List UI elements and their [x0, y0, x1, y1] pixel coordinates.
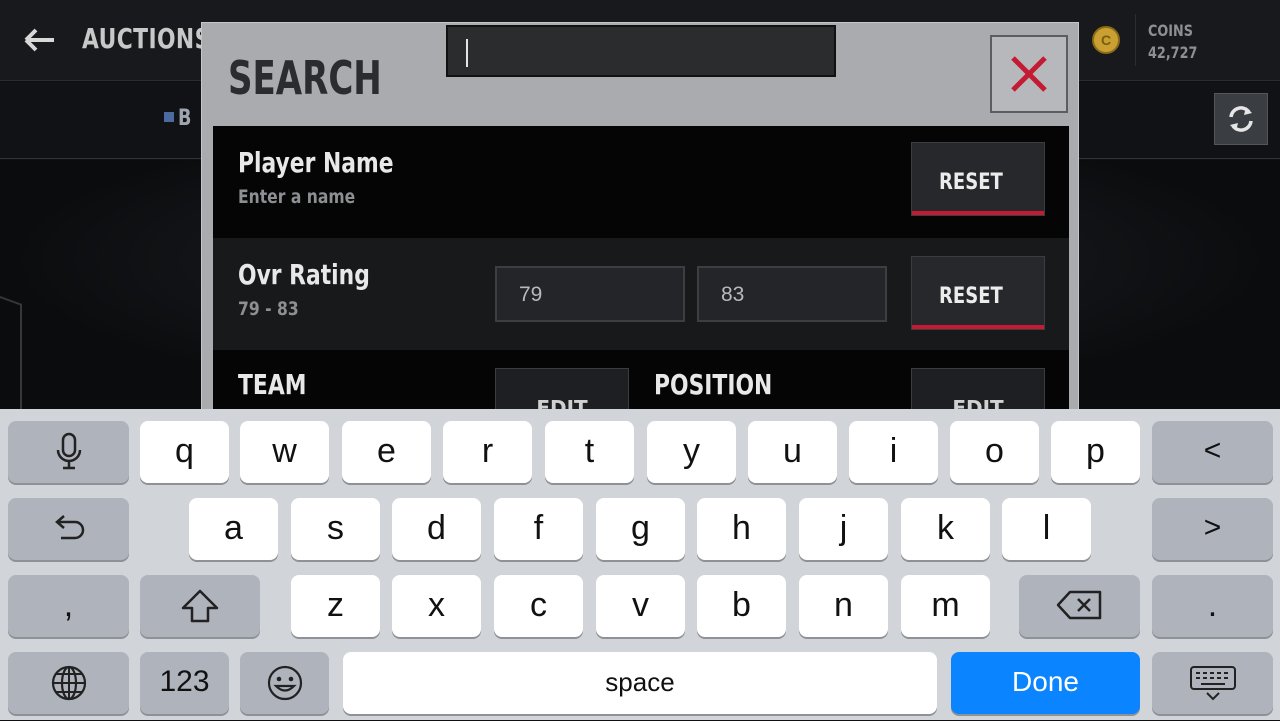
position-edit-button[interactable]: EDIT — [911, 368, 1045, 409]
emoji-key[interactable] — [240, 652, 329, 714]
key-v[interactable]: v — [596, 575, 685, 637]
key-u[interactable]: u — [748, 421, 837, 483]
emoji-icon — [267, 665, 302, 701]
key-k[interactable]: k — [901, 498, 990, 560]
ovr-rating-label: Ovr Rating — [238, 258, 370, 291]
key-b[interactable]: b — [697, 575, 786, 637]
key-o[interactable]: o — [950, 421, 1039, 483]
key-q[interactable]: q — [140, 421, 229, 483]
undo-key[interactable] — [8, 498, 129, 560]
key-i[interactable]: i — [849, 421, 938, 483]
ovr-rating-range: 79 - 83 — [238, 298, 299, 320]
done-key[interactable]: Done — [951, 652, 1140, 714]
period-key[interactable]: . — [1152, 575, 1273, 637]
key-a[interactable]: a — [189, 498, 278, 560]
key-g[interactable]: g — [596, 498, 685, 560]
text-caret — [466, 38, 468, 67]
player-name-input[interactable]: Enter a name — [238, 186, 355, 208]
reset-label: RESET — [939, 170, 1003, 195]
ovr-max-input[interactable]: 83 — [697, 266, 887, 322]
reset-label: RESET — [939, 284, 1003, 309]
left-arrow-key[interactable]: < — [1152, 421, 1273, 483]
key-w[interactable]: w — [240, 421, 329, 483]
search-modal: SEARCH Player Name Enter a name RESET Ov… — [201, 22, 1079, 410]
coin-icon — [1092, 26, 1120, 54]
keyboard-hide-icon — [1189, 666, 1236, 701]
undo-icon — [54, 515, 84, 540]
coins-value: 42,727 — [1148, 43, 1198, 62]
key-p[interactable]: p — [1051, 421, 1140, 483]
decorative-shape — [0, 295, 22, 417]
backspace-icon — [1056, 590, 1101, 620]
close-x-icon — [1011, 56, 1047, 92]
ovr-min-input[interactable]: 79 — [495, 266, 685, 322]
search-input[interactable] — [446, 25, 836, 77]
key-z[interactable]: z — [291, 575, 380, 637]
backspace-key[interactable] — [1019, 575, 1140, 637]
comma-key[interactable]: , — [8, 575, 129, 637]
key-r[interactable]: r — [443, 421, 532, 483]
key-c[interactable]: c — [494, 575, 583, 637]
ovr-rating-reset-button[interactable]: RESET — [911, 256, 1045, 330]
coins-label: COINS — [1148, 21, 1193, 40]
hide-keyboard-key[interactable] — [1152, 652, 1273, 714]
key-x[interactable]: x — [392, 575, 481, 637]
refresh-button[interactable] — [1214, 93, 1268, 145]
key-l[interactable]: l — [1002, 498, 1091, 560]
key-t[interactable]: t — [545, 421, 634, 483]
back-arrow-icon[interactable] — [22, 22, 58, 58]
key-y[interactable]: y — [647, 421, 736, 483]
player-name-row: Player Name Enter a name RESET — [213, 126, 1069, 238]
coin-box — [1080, 14, 1136, 66]
modal-title: SEARCH — [228, 51, 382, 105]
player-name-reset-button[interactable]: RESET — [911, 142, 1045, 216]
globe-icon — [51, 665, 86, 701]
key-s[interactable]: s — [291, 498, 380, 560]
key-j[interactable]: j — [799, 498, 888, 560]
filter-tag-label: B — [178, 106, 192, 131]
shift-icon — [181, 589, 219, 623]
key-n[interactable]: n — [799, 575, 888, 637]
close-button[interactable] — [990, 35, 1068, 113]
ios-keyboard: q w e r t y u i o p < a s d f g h j k l … — [0, 409, 1280, 720]
numbers-key[interactable]: 123 — [140, 652, 229, 714]
page-title: AUCTIONS — [82, 22, 211, 55]
key-h[interactable]: h — [697, 498, 786, 560]
team-position-row: TEAM EDIT POSITION EDIT — [213, 350, 1069, 409]
right-arrow-key[interactable]: > — [1152, 498, 1273, 560]
key-f[interactable]: f — [494, 498, 583, 560]
key-e[interactable]: e — [342, 421, 431, 483]
filter-tag-marker — [164, 112, 174, 122]
key-d[interactable]: d — [392, 498, 481, 560]
ovr-rating-row: Ovr Rating 79 - 83 79 83 RESET — [213, 238, 1069, 350]
player-name-label: Player Name — [238, 146, 394, 179]
position-label: POSITION — [654, 368, 773, 401]
refresh-icon — [1229, 106, 1253, 132]
shift-key[interactable] — [140, 575, 260, 637]
globe-key[interactable] — [8, 652, 129, 714]
key-m[interactable]: m — [901, 575, 990, 637]
team-edit-button[interactable]: EDIT — [495, 368, 629, 409]
space-key[interactable]: space — [343, 652, 937, 714]
team-label: TEAM — [238, 368, 307, 401]
microphone-icon — [56, 432, 81, 470]
microphone-key[interactable] — [8, 421, 129, 483]
